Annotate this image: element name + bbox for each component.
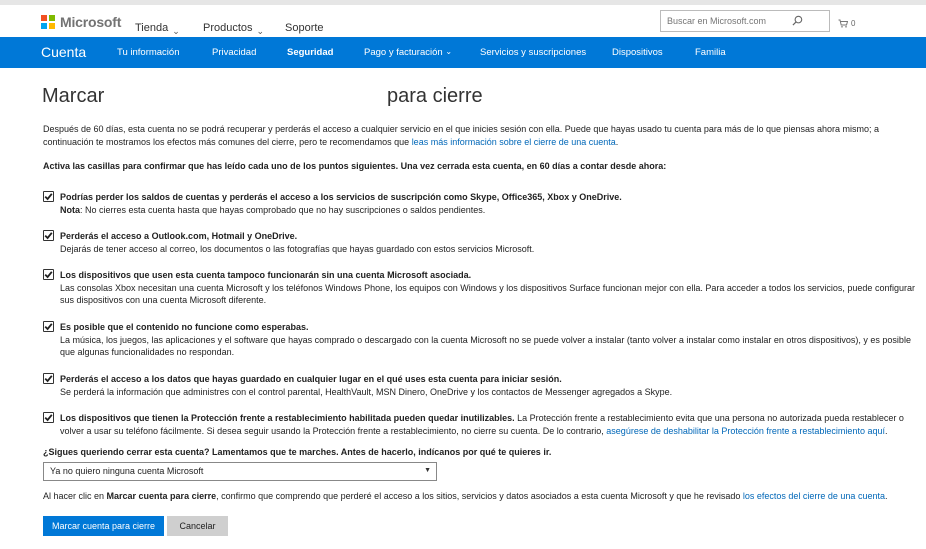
account-nav: Cuenta Tu información Privacidad Segurid… <box>0 37 926 68</box>
cancel-button[interactable]: Cancelar <box>167 516 228 536</box>
checkbox-item-2[interactable] <box>43 230 54 241</box>
cart-count: 0 <box>851 19 856 28</box>
confirm-paragraph: Al hacer clic en Marcar cuenta para cier… <box>43 490 923 503</box>
nav-familia[interactable]: Familia <box>695 47 726 58</box>
reason-select-value: Ya no quiero ninguna cuenta Microsoft <box>50 466 204 476</box>
learn-more-link[interactable]: leas más información sobre el cierre de … <box>412 137 616 147</box>
check-icon <box>44 271 53 279</box>
item-3-heading: Los dispositivos que usen esta cuenta ta… <box>60 270 472 280</box>
nav-privacidad[interactable]: Privacidad <box>212 47 256 58</box>
nav-pago-facturacion[interactable]: Pago y facturación ⌄ <box>364 47 452 58</box>
microsoft-logo[interactable]: Microsoft <box>41 14 121 30</box>
confirm-text-3: . <box>884 491 888 501</box>
microsoft-logo-icon <box>41 15 55 29</box>
intro-end: . <box>615 136 619 147</box>
item-2-text: Perderás el acceso a Outlook.com, Hotmai… <box>60 230 926 255</box>
account-nav-brand[interactable]: Cuenta <box>41 44 86 60</box>
instruction-text: Activa las casillas para confirmar que h… <box>43 161 667 171</box>
checkbox-item-4[interactable] <box>43 321 54 332</box>
search-input[interactable] <box>661 11 801 31</box>
check-icon <box>44 375 53 383</box>
checkbox-item-1[interactable] <box>43 191 54 202</box>
nav-servicios-suscripciones[interactable]: Servicios y suscripciones <box>480 47 586 58</box>
topnav-soporte-label: Soporte <box>285 22 324 34</box>
chevron-down-icon: ⌄ <box>256 26 265 36</box>
logo-square-blue <box>41 23 47 29</box>
item-2-heading: Perderás el acceso a Outlook.com, Hotmai… <box>60 231 298 241</box>
disable-reset-protection-link[interactable]: asegúrese de deshabilitar la Protección … <box>606 426 885 436</box>
item-1-heading: Podrías perder los saldos de cuentas y p… <box>60 192 622 202</box>
topnav-soporte[interactable]: Soporte <box>285 22 324 34</box>
confirm-text-1: Al hacer clic en <box>43 491 107 501</box>
nav-pago-facturacion-label: Pago y facturación <box>364 47 443 58</box>
site-header: Microsoft Tienda⌄ Productos⌄ Soporte 0 <box>0 5 926 37</box>
item-1-detail: : No cierres esta cuenta hasta que hayas… <box>80 204 486 215</box>
checkbox-item-5[interactable] <box>43 373 54 384</box>
reason-select[interactable]: Ya no quiero ninguna cuenta Microsoft ▼ <box>43 462 437 481</box>
topnav-tienda[interactable]: Tienda ⌄ <box>135 22 180 36</box>
cart-button[interactable]: 0 <box>838 19 855 28</box>
intro-paragraph: Después de 60 días, esta cuenta no se po… <box>43 123 923 148</box>
check-icon <box>44 232 53 240</box>
checkbox-item-3[interactable] <box>43 269 54 280</box>
checkbox-item-6[interactable] <box>43 412 54 423</box>
item-6-end: . <box>884 425 888 436</box>
confirm-text-bold: Marcar cuenta para cierre <box>106 491 217 501</box>
topnav-tienda-label: Tienda <box>135 22 169 34</box>
page-title-suffix: para cierre <box>387 85 483 107</box>
item-6-heading: Los dispositivos que tienen la Protecció… <box>60 413 515 423</box>
page-title: Marcar <box>42 85 105 107</box>
reason-question: ¿Sigues queriendo cerrar esta cuenta? La… <box>43 447 552 457</box>
item-1-note-label: Nota <box>60 204 80 215</box>
logo-square-red <box>41 15 47 21</box>
search-icon[interactable] <box>792 15 803 26</box>
chevron-down-icon: ⌄ <box>172 26 180 36</box>
item-6-text: Los dispositivos que tienen la Protecció… <box>60 412 926 437</box>
closure-effects-link[interactable]: los efectos del cierre de una cuenta <box>743 491 885 501</box>
item-3-text: Los dispositivos que usen esta cuenta ta… <box>60 269 926 307</box>
search-box <box>660 10 830 32</box>
nav-dispositivos[interactable]: Dispositivos <box>612 47 663 58</box>
item-2-detail: Dejarás de tener acceso al correo, los d… <box>60 243 535 254</box>
nav-seguridad[interactable]: Seguridad <box>287 47 333 58</box>
item-4-detail: La música, los juegos, las aplicaciones … <box>60 334 911 358</box>
logo-text: Microsoft <box>60 14 122 30</box>
item-3-detail: Las consolas Xbox necesitan una cuenta M… <box>60 282 915 306</box>
item-5-text: Perderás el acceso a los datos que hayas… <box>60 373 926 398</box>
topnav-productos-label: Productos <box>203 22 253 34</box>
logo-square-yellow <box>49 23 55 29</box>
confirm-text-2: , confirmo que comprendo que perderé el … <box>216 491 743 501</box>
topnav-productos[interactable]: Productos ⌄ <box>203 22 265 36</box>
check-icon <box>44 323 53 331</box>
item-4-text: Es posible que el contenido no funcione … <box>60 321 926 359</box>
item-4-heading: Es posible que el contenido no funcione … <box>60 322 309 332</box>
mark-for-closure-button[interactable]: Marcar cuenta para cierre <box>43 516 164 536</box>
dropdown-arrow-icon: ▼ <box>424 467 431 474</box>
logo-square-green <box>49 15 55 21</box>
check-icon <box>44 414 53 422</box>
item-5-heading: Perderás el acceso a los datos que hayas… <box>60 374 562 384</box>
nav-tu-informacion[interactable]: Tu información <box>117 47 179 58</box>
cart-icon <box>838 19 848 28</box>
chevron-down-icon: ⌄ <box>445 47 453 56</box>
item-5-detail: Se perderá la información que administre… <box>60 386 673 397</box>
item-1-text: Podrías perder los saldos de cuentas y p… <box>60 191 926 216</box>
check-icon <box>44 193 53 201</box>
